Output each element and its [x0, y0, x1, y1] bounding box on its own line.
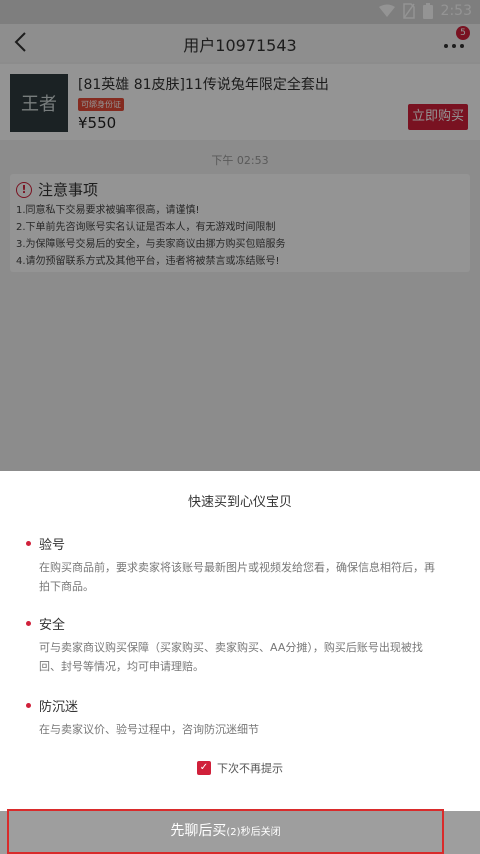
- chat-first-label: 先聊后买: [170, 823, 227, 839]
- bullet-dot-icon: [26, 621, 31, 626]
- tip-description: 在购买商品前，要求卖家将该账号最新图片或视频发给您看，确保信息相符后，再拍下商品…: [39, 561, 435, 593]
- sheet-title: 快速买到心仪宝贝: [187, 495, 292, 510]
- bullet-dot-icon: [26, 703, 31, 708]
- dont-show-again-checkbox[interactable]: ✓: [197, 761, 211, 775]
- tips-bottom-sheet: 快速买到心仪宝贝 验号 在购买商品前，要求卖家将该账号最新图片或视频发给您看，确…: [0, 471, 480, 854]
- dont-show-again-row[interactable]: ✓ 下次不再提示: [0, 760, 480, 776]
- tip-description: 在与卖家议价、验号过程中，咨询防沉迷细节: [39, 723, 259, 736]
- bullet-dot-icon: [26, 541, 31, 546]
- chat-first-button-text[interactable]: 先聊后买(2)秒后关闭: [7, 820, 444, 840]
- tip-title: 验号: [39, 538, 66, 553]
- tip-title: 防沉迷: [39, 700, 79, 715]
- auto-close-countdown: (2)秒后关闭: [226, 827, 281, 838]
- tip-title: 安全: [39, 618, 66, 633]
- checkbox-label: 下次不再提示: [217, 762, 283, 775]
- tip-description: 可与卖家商议购买保障（买家购买、卖家购买、AA分摊），购买后账号出现被找回、封号…: [39, 641, 423, 673]
